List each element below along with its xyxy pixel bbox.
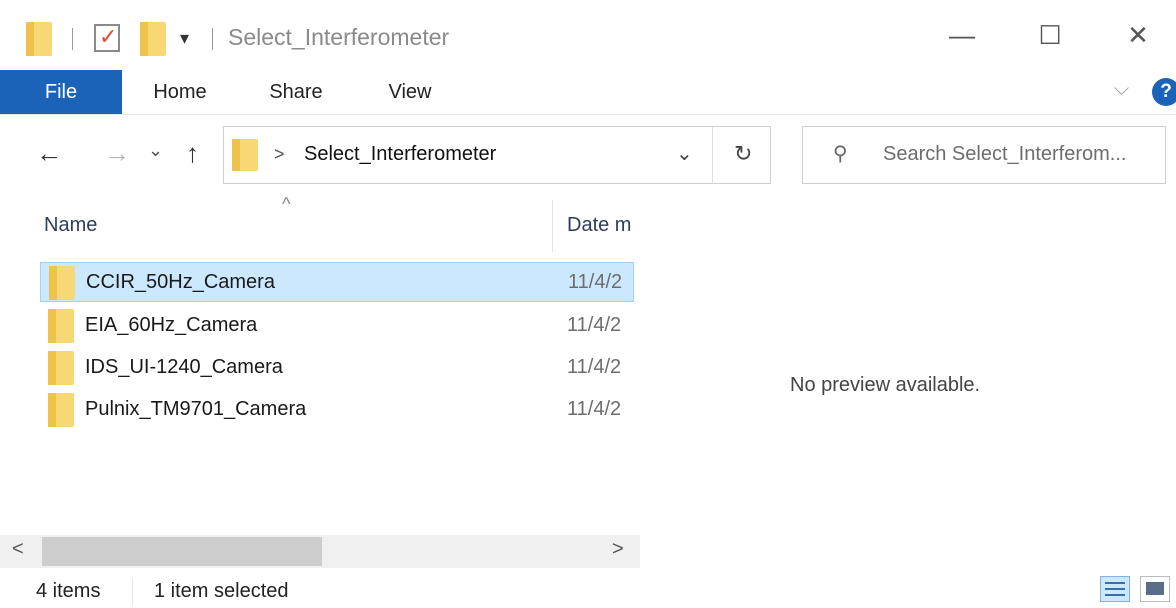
scroll-left-button[interactable]: < <box>12 538 24 561</box>
large-icons-view-icon[interactable] <box>1140 576 1170 602</box>
folder-icon <box>49 266 75 300</box>
file-name: IDS_UI-1240_Camera <box>85 356 283 378</box>
address-dropdown-icon[interactable]: ⌄ <box>676 141 693 166</box>
search-icon: ⚲ <box>833 143 848 165</box>
tab-view[interactable]: View <box>370 70 450 114</box>
folder-icon <box>48 393 74 427</box>
file-date: 11/4/2 <box>568 271 623 293</box>
window-title: Select_Interferometer <box>228 24 450 50</box>
address-bar[interactable]: > Select_Interferometer ⌄ ↻ <box>223 126 771 184</box>
status-divider <box>132 578 133 606</box>
new-folder-icon[interactable] <box>140 22 166 56</box>
tab-home[interactable]: Home <box>140 70 220 114</box>
close-button[interactable]: ✕ <box>1106 0 1170 70</box>
file-name: Pulnix_TM9701_Camera <box>85 398 307 420</box>
refresh-icon[interactable]: ↻ <box>734 141 752 167</box>
address-divider <box>712 127 713 183</box>
breadcrumb-item[interactable]: Select_Interferometer <box>304 143 496 166</box>
help-icon[interactable]: ? <box>1152 78 1176 106</box>
up-button[interactable]: ↑ <box>186 138 199 169</box>
back-button[interactable]: ← <box>36 138 62 169</box>
recent-locations-button[interactable]: ⌄ <box>148 140 163 161</box>
file-row[interactable]: IDS_UI-1240_Camera 11/4/2 <box>40 348 634 388</box>
search-input[interactable]: Search Select_Interferom... <box>883 143 1126 166</box>
maximize-button[interactable]: ☐ <box>1018 0 1082 70</box>
folder-icon <box>26 22 52 56</box>
folder-icon <box>48 351 74 385</box>
status-item-count: 4 items <box>36 580 101 602</box>
ribbon-tabs: File Home Share View ⌵ ? <box>0 70 1176 115</box>
qat-customize-icon[interactable]: ▾ <box>180 28 189 49</box>
minimize-button[interactable]: — <box>930 0 994 70</box>
file-row[interactable]: EIA_60Hz_Camera 11/4/2 <box>40 306 634 346</box>
forward-button[interactable]: → <box>104 138 130 169</box>
file-name: CCIR_50Hz_Camera <box>86 271 275 293</box>
breadcrumb-separator-icon[interactable]: > <box>274 144 285 165</box>
file-row[interactable]: CCIR_50Hz_Camera 11/4/2 <box>40 262 634 302</box>
sort-ascending-icon: ^ <box>282 194 291 214</box>
column-header-name[interactable]: Name <box>44 214 97 237</box>
folder-icon <box>232 139 258 171</box>
title-bar: ✓ ▾ Select_Interferometer — ☐ ✕ <box>0 0 1176 70</box>
column-divider[interactable] <box>552 200 553 252</box>
details-view-icon[interactable] <box>1100 576 1130 602</box>
file-date: 11/4/2 <box>567 398 622 420</box>
file-name: EIA_60Hz_Camera <box>85 314 258 336</box>
folder-icon <box>48 309 74 343</box>
status-selection: 1 item selected <box>154 580 289 602</box>
file-date: 11/4/2 <box>567 314 622 336</box>
search-box[interactable]: ⚲ Search Select_Interferom... <box>802 126 1166 184</box>
ribbon-expand-icon[interactable]: ⌵ <box>1114 78 1129 101</box>
file-date: 11/4/2 <box>567 356 622 378</box>
scrollbar-thumb[interactable] <box>42 537 322 566</box>
scroll-right-button[interactable]: > <box>612 538 624 561</box>
qat-separator <box>72 28 73 50</box>
preview-message: No preview available. <box>790 374 981 396</box>
tab-file[interactable]: File <box>0 70 122 114</box>
file-row[interactable]: Pulnix_TM9701_Camera 11/4/2 <box>40 390 634 430</box>
column-header-date[interactable]: Date m <box>567 214 635 237</box>
title-separator <box>212 28 213 50</box>
properties-icon[interactable]: ✓ <box>94 24 120 52</box>
tab-share[interactable]: Share <box>256 70 336 114</box>
